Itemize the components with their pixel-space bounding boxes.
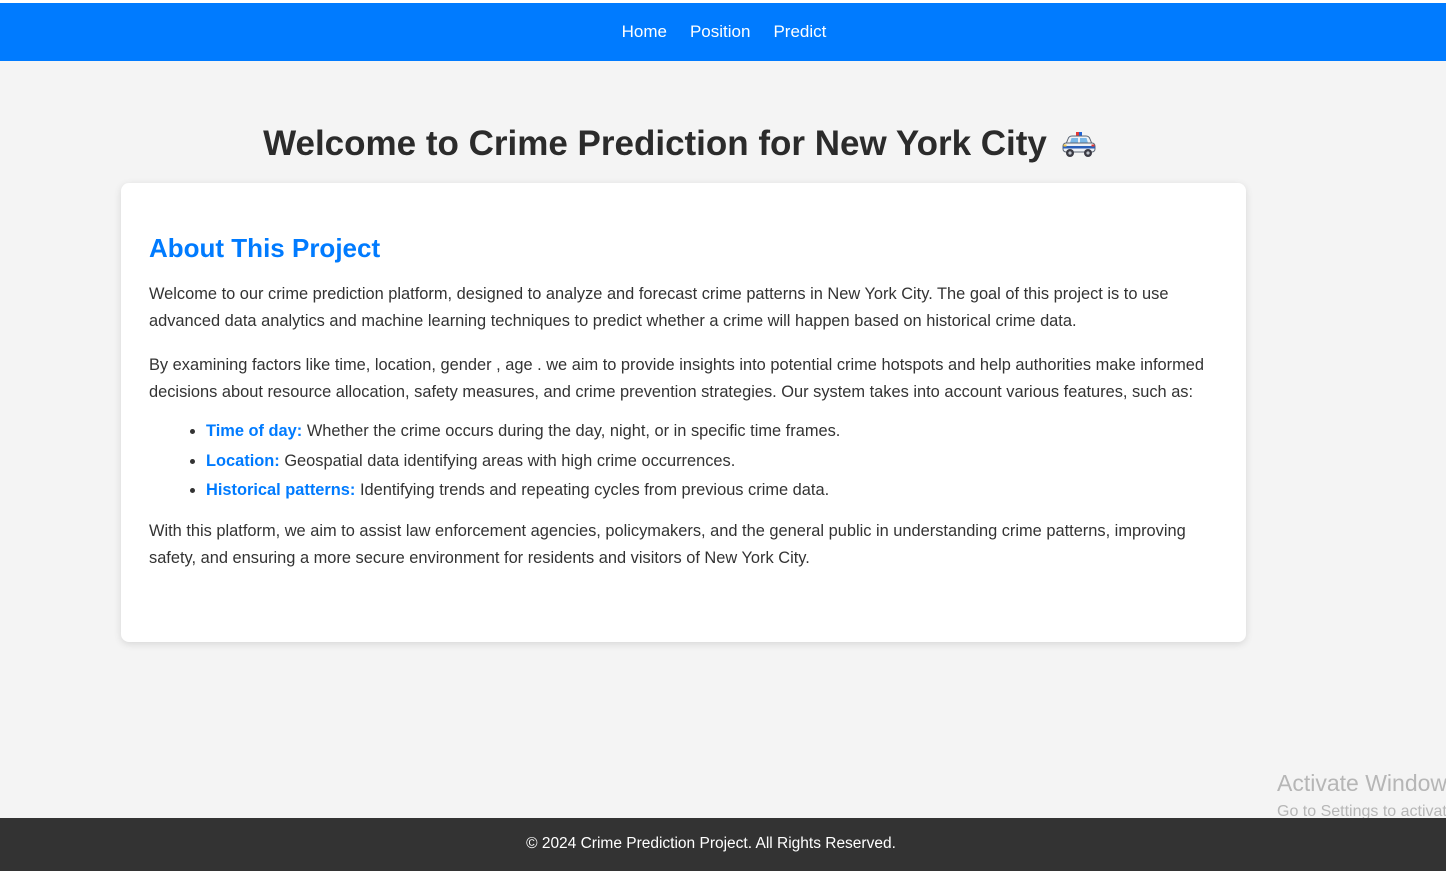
feature-description: Whether the crime occurs during the day,… (306, 422, 841, 440)
page-title-container: Welcome to Crime Prediction for New York… (0, 124, 1360, 164)
about-card: About This Project Welcome to our crime … (121, 183, 1246, 642)
nav-links: Home Position Predict (620, 22, 827, 42)
about-closing-paragraph: With this platform, we aim to assist law… (149, 521, 1186, 567)
nav-link-position[interactable]: Position (690, 22, 750, 42)
watermark-line-2: Go to Settings to activate Windows. (1277, 803, 1446, 818)
about-heading: About This Project (149, 233, 381, 263)
feature-name: Time of day: (206, 422, 303, 440)
list-item: Historical patterns: Identifying trends … (206, 476, 1218, 506)
feature-name: Historical patterns: (206, 481, 356, 499)
watermark-line-1: Activate Windows (1277, 770, 1446, 796)
about-intro-paragraph: Welcome to our crime prediction platform… (149, 285, 1169, 330)
activate-windows-watermark: Activate Windows Go to Settings to activ… (1277, 768, 1446, 818)
list-item: Time of day: Whether the crime occurs du… (206, 417, 1218, 447)
navbar: Home Position Predict (0, 3, 1446, 61)
about-factors-paragraph: By examining factors like time, location… (149, 356, 1205, 401)
features-list: Time of day: Whether the crime occurs du… (149, 417, 1218, 506)
feature-description: Geospatial data identifying areas with h… (284, 451, 736, 470)
nav-link-predict[interactable]: Predict (773, 22, 826, 42)
feature-description: Identifying trends and repeating cycles … (359, 481, 830, 499)
nav-link-home[interactable]: Home (622, 22, 667, 42)
list-item: Location: Geospatial data identifying ar… (206, 447, 1218, 477)
page-title: Welcome to Crime Prediction for New York… (263, 124, 1047, 163)
police-car-icon (1061, 129, 1097, 159)
feature-name: Location: (206, 451, 280, 470)
footer-copyright: © 2024 Crime Prediction Project. All Rig… (526, 834, 896, 852)
footer: © 2024 Crime Prediction Project. All Rig… (0, 818, 1446, 871)
page-title-wrap: Welcome to Crime Prediction for New York… (263, 124, 1097, 164)
